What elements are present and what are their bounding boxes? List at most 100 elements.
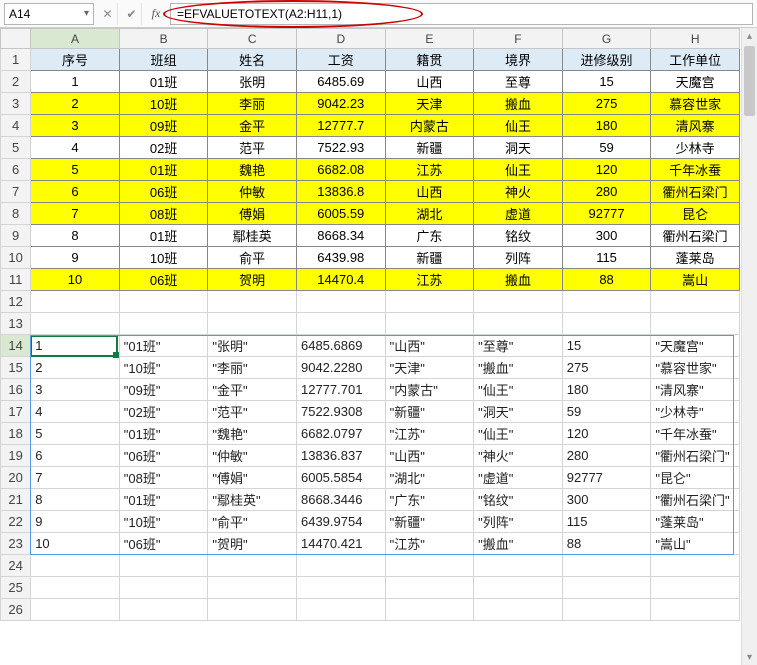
row-header[interactable]: 3 <box>1 93 31 115</box>
data-cell[interactable]: 4 <box>31 137 120 159</box>
data-cell[interactable]: 嵩山 <box>651 269 740 291</box>
data-cell[interactable]: 7 <box>31 203 120 225</box>
data-cell[interactable]: 神火 <box>474 181 563 203</box>
empty-cell[interactable] <box>474 555 563 577</box>
row-header[interactable]: 26 <box>1 599 31 621</box>
row-header[interactable]: 15 <box>1 357 31 379</box>
data-cell[interactable]: 120 <box>562 159 651 181</box>
spill-cell[interactable]: 6005.5854 <box>296 467 385 489</box>
row-header[interactable]: 10 <box>1 247 31 269</box>
row-header[interactable]: 7 <box>1 181 31 203</box>
spill-cell[interactable]: "张明" <box>208 335 297 357</box>
data-cell[interactable]: 衢州石梁门 <box>651 181 740 203</box>
data-cell[interactable]: 02班 <box>119 137 208 159</box>
data-cell[interactable]: 6485.69 <box>296 71 385 93</box>
row-header[interactable]: 22 <box>1 511 31 533</box>
select-all-corner[interactable] <box>1 29 31 49</box>
data-cell[interactable]: 列阵 <box>474 247 563 269</box>
empty-cell[interactable] <box>651 313 740 335</box>
empty-cell[interactable] <box>562 555 651 577</box>
empty-cell[interactable] <box>119 577 208 599</box>
spill-cell[interactable]: "衢州石梁门" <box>651 445 740 467</box>
spill-cell[interactable]: 6682.0797 <box>296 423 385 445</box>
col-header[interactable]: G <box>562 29 651 49</box>
row-header[interactable]: 19 <box>1 445 31 467</box>
empty-cell[interactable] <box>31 555 120 577</box>
empty-cell[interactable] <box>385 555 474 577</box>
row-header[interactable]: 8 <box>1 203 31 225</box>
spill-cell[interactable]: "仲敏" <box>208 445 297 467</box>
row-header[interactable]: 20 <box>1 467 31 489</box>
data-cell[interactable]: 09班 <box>119 115 208 137</box>
col-header[interactable]: C <box>208 29 297 49</box>
spill-cell[interactable]: "新疆" <box>385 401 474 423</box>
spill-cell[interactable]: 120 <box>562 423 651 445</box>
data-cell[interactable]: 08班 <box>119 203 208 225</box>
data-cell[interactable]: 张明 <box>208 71 297 93</box>
data-cell[interactable]: 仙王 <box>474 115 563 137</box>
empty-cell[interactable] <box>31 599 120 621</box>
spill-cell[interactable]: 2 <box>31 357 120 379</box>
spill-cell[interactable]: 92777 <box>562 467 651 489</box>
data-cell[interactable]: 虚道 <box>474 203 563 225</box>
spill-cell[interactable]: "新疆" <box>385 511 474 533</box>
data-cell[interactable]: 新疆 <box>385 137 474 159</box>
spill-cell[interactable]: "内蒙古" <box>385 379 474 401</box>
empty-cell[interactable] <box>296 555 385 577</box>
spill-cell[interactable]: "贺明" <box>208 533 297 555</box>
row-header[interactable]: 6 <box>1 159 31 181</box>
spill-cell[interactable]: 12777.701 <box>296 379 385 401</box>
spill-cell[interactable]: "广东" <box>385 489 474 511</box>
data-cell[interactable]: 5 <box>31 159 120 181</box>
empty-cell[interactable] <box>208 555 297 577</box>
empty-cell[interactable] <box>562 599 651 621</box>
data-cell[interactable]: 贺明 <box>208 269 297 291</box>
data-cell[interactable]: 江苏 <box>385 269 474 291</box>
spill-cell[interactable]: 180 <box>562 379 651 401</box>
empty-cell[interactable] <box>562 577 651 599</box>
data-cell[interactable]: 15 <box>562 71 651 93</box>
data-cell[interactable]: 1 <box>31 71 120 93</box>
empty-cell[interactable] <box>474 599 563 621</box>
spill-cell[interactable]: "02班" <box>119 401 208 423</box>
fx-icon[interactable]: fx <box>146 3 166 25</box>
row-header[interactable]: 1 <box>1 49 31 71</box>
data-cell[interactable]: 魏艳 <box>208 159 297 181</box>
spill-cell[interactable]: "山西" <box>385 335 474 357</box>
data-cell[interactable]: 88 <box>562 269 651 291</box>
spill-cell[interactable]: 7 <box>31 467 120 489</box>
empty-cell[interactable] <box>296 577 385 599</box>
row-header[interactable]: 14 <box>1 335 31 357</box>
row-header[interactable]: 17 <box>1 401 31 423</box>
col-header[interactable]: E <box>385 29 474 49</box>
spill-cell[interactable]: "李丽" <box>208 357 297 379</box>
data-cell[interactable]: 新疆 <box>385 247 474 269</box>
check-icon[interactable]: ✔ <box>122 3 142 25</box>
data-cell[interactable]: 搬血 <box>474 93 563 115</box>
spill-cell[interactable]: 8668.3446 <box>296 489 385 511</box>
header-cell[interactable]: 序号 <box>31 49 120 71</box>
empty-cell[interactable] <box>296 313 385 335</box>
spill-cell[interactable]: 8 <box>31 489 120 511</box>
empty-cell[interactable] <box>562 313 651 335</box>
empty-cell[interactable] <box>296 291 385 313</box>
data-cell[interactable]: 01班 <box>119 71 208 93</box>
spill-cell[interactable]: "神火" <box>474 445 563 467</box>
data-cell[interactable]: 少林寺 <box>651 137 740 159</box>
row-header[interactable]: 5 <box>1 137 31 159</box>
empty-cell[interactable] <box>651 555 740 577</box>
empty-cell[interactable] <box>208 577 297 599</box>
spill-cell[interactable]: "傅娟" <box>208 467 297 489</box>
data-cell[interactable]: 山西 <box>385 71 474 93</box>
spill-cell[interactable]: "仙王" <box>474 379 563 401</box>
col-header[interactable]: F <box>474 29 563 49</box>
spill-cell[interactable]: "列阵" <box>474 511 563 533</box>
header-cell[interactable]: 境界 <box>474 49 563 71</box>
data-cell[interactable]: 8668.34 <box>296 225 385 247</box>
data-cell[interactable]: 内蒙古 <box>385 115 474 137</box>
spill-cell[interactable]: 59 <box>562 401 651 423</box>
empty-cell[interactable] <box>208 313 297 335</box>
data-cell[interactable]: 傅娟 <box>208 203 297 225</box>
spill-cell[interactable]: "08班" <box>119 467 208 489</box>
data-cell[interactable]: 6005.59 <box>296 203 385 225</box>
